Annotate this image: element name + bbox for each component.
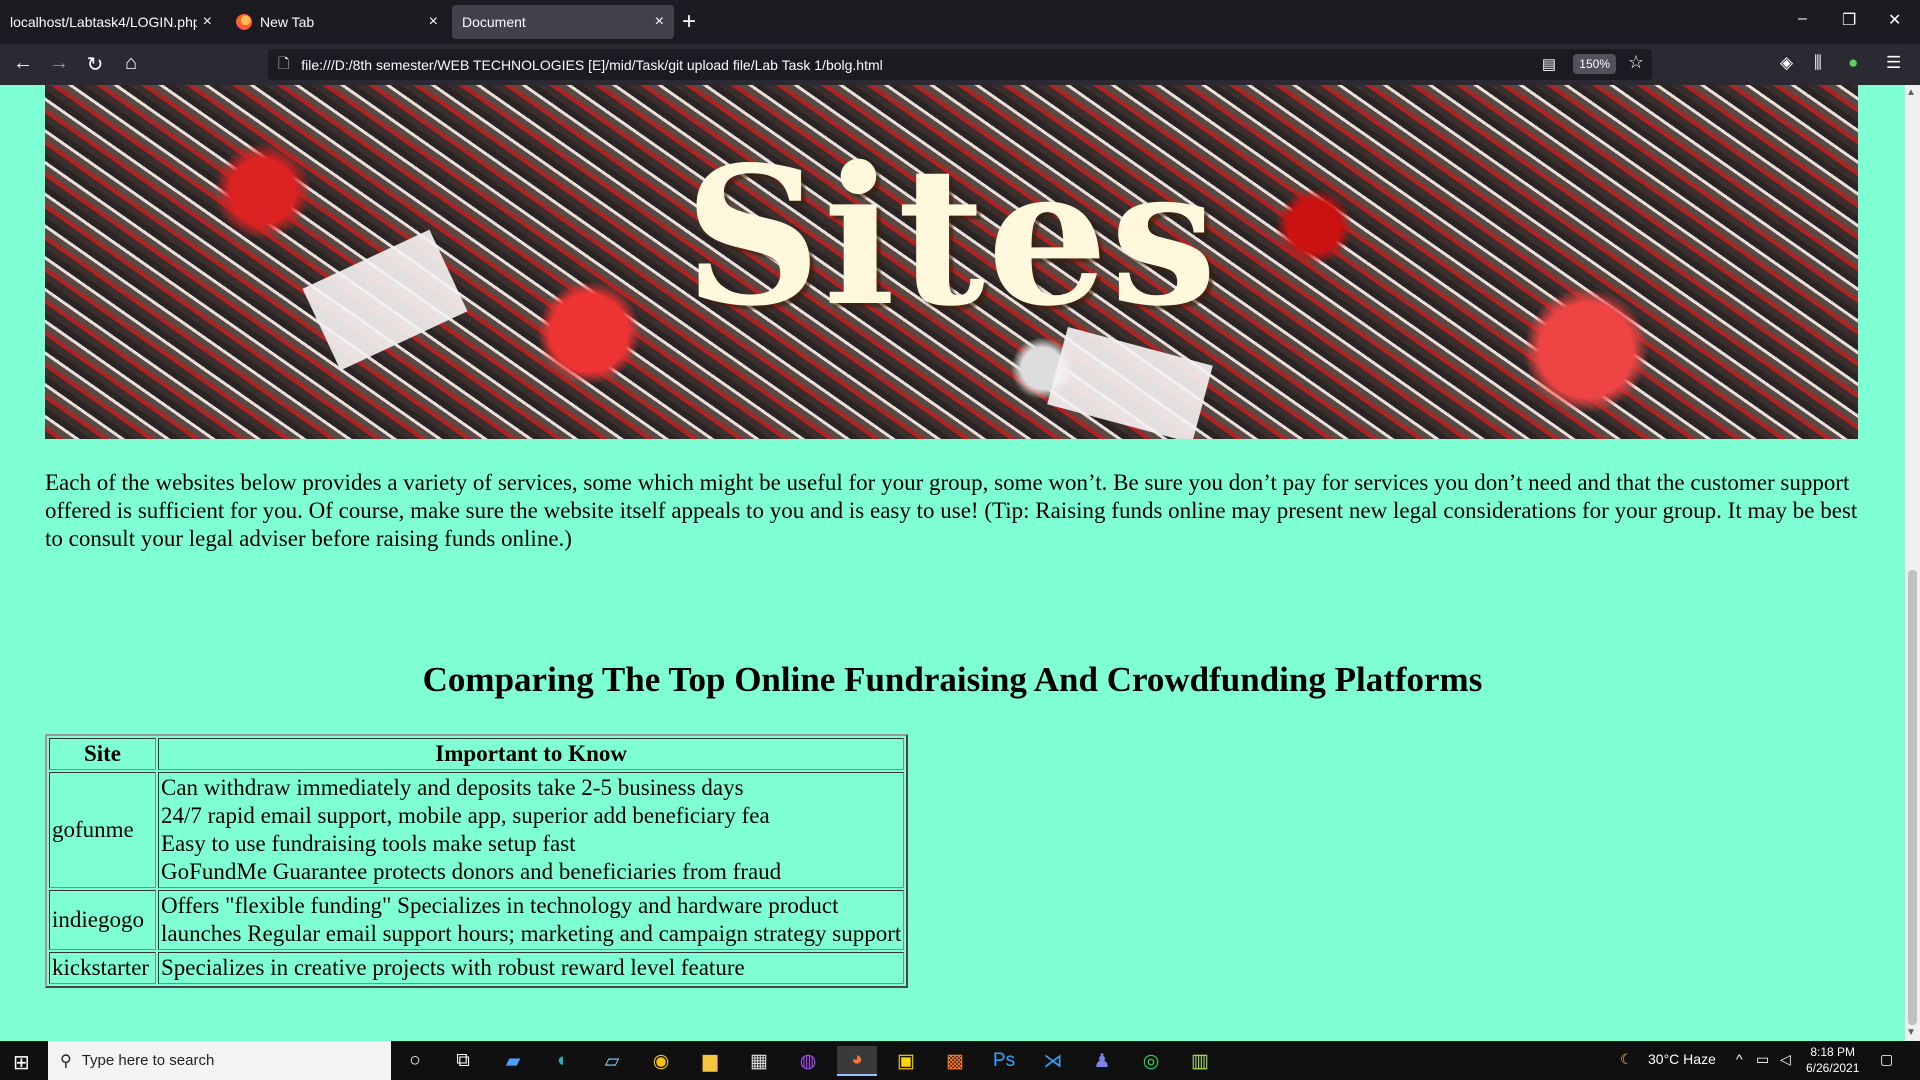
cortana-icon[interactable]: ○ [395, 1046, 435, 1076]
clock-date: 6/26/2021 [1806, 1061, 1860, 1075]
app-icon[interactable]: ▣ [886, 1046, 926, 1076]
site-cell: indiegogo [49, 890, 156, 950]
taskbar-clock[interactable]: 8:18 PM 6/26/2021 [1806, 1044, 1859, 1076]
volume-icon[interactable]: ◁ [1780, 1051, 1791, 1068]
site-cell: gofunme [49, 772, 156, 888]
scrollbar-thumb[interactable] [1908, 570, 1917, 1025]
app-icon[interactable]: ▱ [592, 1046, 632, 1076]
info-cell: Specializes in creative projects with ro… [158, 952, 905, 984]
task-view-icon[interactable]: ⧉ [443, 1046, 483, 1076]
taskbar-search-box[interactable]: ⚲ Type here to search [48, 1041, 391, 1080]
teams-icon[interactable]: ♟ [1082, 1046, 1122, 1076]
menu-icon[interactable]: ☰ [1886, 53, 1901, 73]
tab-document[interactable]: Document × [452, 5, 674, 39]
search-icon: ⚲ [60, 1052, 72, 1070]
info-cell: Can withdraw immediately and deposits ta… [158, 772, 905, 888]
hero-title: Sites [683, 125, 1219, 348]
firefox-icon[interactable]: ◕ [837, 1046, 877, 1076]
xampp-icon[interactable]: ▩ [935, 1046, 975, 1076]
close-icon[interactable]: × [655, 13, 664, 31]
info-line: 24/7 rapid email support, mobile app, su… [161, 803, 770, 828]
extension-icon[interactable]: ● [1848, 53, 1858, 73]
info-cell: Offers "flexible funding" Specializes in… [158, 890, 905, 950]
table-header-row: Site Important to Know [49, 738, 905, 770]
firefox-icon [236, 14, 252, 30]
search-placeholder: Type here to search [81, 1052, 215, 1069]
photoshop-icon[interactable]: Ps [984, 1046, 1024, 1076]
intro-paragraph: Each of the websites below provides a va… [45, 470, 1858, 551]
network-icon[interactable]: ▭ [1756, 1051, 1769, 1068]
info-line: Offers "flexible funding" Specializes in… [161, 893, 839, 918]
hero-banner-image: Sites [45, 85, 1858, 439]
info-line: Easy to use fundraising tools make setup… [161, 831, 576, 856]
tab-label: localhost/Labtask4/LOGIN.php [10, 14, 197, 30]
clock-time: 8:18 PM [1810, 1045, 1856, 1059]
table-row: kickstarter Specializes in creative proj… [49, 952, 905, 984]
browser-nav-bar: ← → ↻ ⌂ 🗋 file:///D:/8th semester/WEB TE… [0, 44, 1920, 85]
info-line: GoFundMe Guarantee protects donors and b… [161, 859, 782, 884]
notification-icon[interactable]: ▢ [1880, 1051, 1893, 1068]
close-icon[interactable]: × [429, 13, 438, 31]
comparison-table: Site Important to Know gofunme Can withd… [45, 734, 909, 988]
table-row: gofunme Can withdraw immediately and dep… [49, 772, 905, 888]
scroll-down-icon[interactable]: ▼ [1906, 1027, 1916, 1038]
column-header: Site [49, 738, 156, 770]
section-heading: Comparing The Top Online Fundraising And… [422, 660, 1483, 699]
library-icon[interactable]: ⫼ [1814, 53, 1822, 73]
info-line: launches Regular email support hours; ma… [161, 921, 902, 946]
close-icon[interactable]: × [203, 13, 212, 31]
minimize-button[interactable]: – [1798, 10, 1807, 28]
home-icon[interactable]: ⌂ [117, 52, 145, 75]
forward-icon[interactable]: → [45, 52, 73, 75]
notepad-icon[interactable]: ▥ [1180, 1046, 1220, 1076]
edge-icon[interactable]: ◐ [543, 1046, 583, 1076]
url-text[interactable]: file:///D:/8th semester/WEB TECHNOLOGIES… [301, 57, 883, 73]
tab-label: New Tab [260, 14, 315, 30]
window-close-button[interactable]: ✕ [1888, 10, 1901, 30]
tray-expand-icon[interactable]: ^ [1736, 1051, 1743, 1067]
reader-view-icon[interactable]: ▤ [1542, 55, 1556, 73]
scroll-up-icon[interactable]: ▲ [1906, 87, 1916, 98]
back-icon[interactable]: ← [9, 52, 37, 75]
table-row: indiegogo Offers "flexible funding" Spec… [49, 890, 905, 950]
info-line: Can withdraw immediately and deposits ta… [161, 775, 744, 800]
weather-icon[interactable]: ☾ [1620, 1051, 1633, 1068]
reload-icon[interactable]: ↻ [81, 52, 109, 77]
vscode-icon[interactable]: ⋊ [1033, 1046, 1073, 1076]
windows-taskbar: ⊞ ⚲ Type here to search ○ ⧉ ▰ ◐ ▱ ◉ ▆ ▦ … [0, 1041, 1920, 1080]
chrome-icon[interactable]: ◉ [641, 1046, 681, 1076]
site-cell: kickstarter [49, 952, 156, 984]
info-line: Specializes in creative projects with ro… [161, 955, 745, 980]
zoom-badge[interactable]: 150% [1573, 54, 1616, 74]
app-icon[interactable]: ▰ [493, 1046, 533, 1076]
pocket-icon[interactable]: ◈ [1780, 53, 1793, 73]
tab-new-tab[interactable]: New Tab × [226, 5, 448, 39]
bookmark-star-icon[interactable]: ☆ [1628, 52, 1644, 73]
tab-label: Document [462, 14, 526, 30]
messenger-icon[interactable]: ◍ [788, 1046, 828, 1076]
spotify-icon[interactable]: ◎ [1131, 1046, 1171, 1076]
store-icon[interactable]: ▦ [739, 1046, 779, 1076]
new-tab-button[interactable]: + [682, 8, 696, 36]
page-content: Sites Each of the websites below provide… [0, 85, 1905, 1041]
windows-start-icon[interactable]: ⊞ [13, 1050, 30, 1075]
tab-login[interactable]: localhost/Labtask4/LOGIN.php × [0, 5, 222, 39]
restore-button[interactable]: ❐ [1842, 10, 1856, 30]
url-bar[interactable]: 🗋 file:///D:/8th semester/WEB TECHNOLOGI… [268, 49, 1652, 80]
page-icon: 🗋 [278, 54, 290, 71]
weather-text[interactable]: 30°C Haze [1648, 1051, 1716, 1067]
file-explorer-icon[interactable]: ▆ [690, 1046, 730, 1076]
browser-tab-bar: localhost/Labtask4/LOGIN.php × New Tab ×… [0, 0, 1920, 44]
column-header: Important to Know [158, 738, 905, 770]
